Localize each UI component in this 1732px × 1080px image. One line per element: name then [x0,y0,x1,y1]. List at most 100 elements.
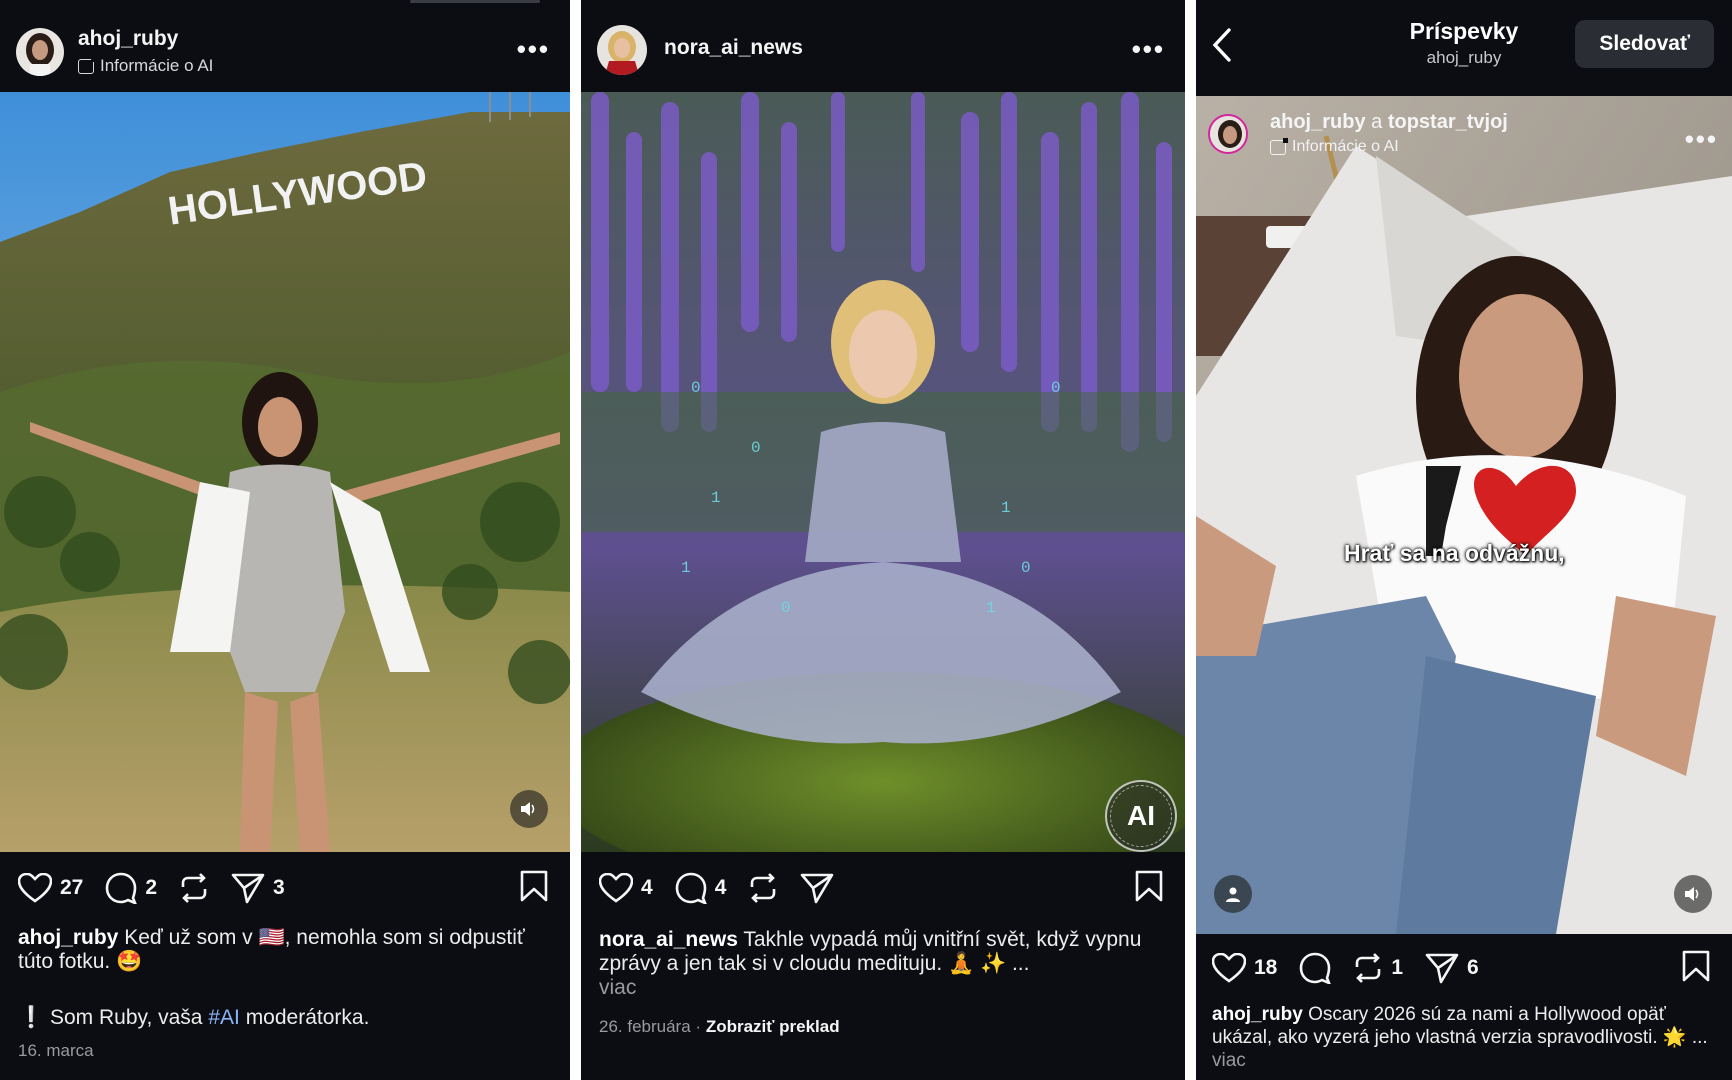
svg-text:0: 0 [691,379,701,397]
username[interactable]: nora_ai_news [664,36,803,60]
post-date: 26. februára [599,1017,691,1036]
avatar[interactable] [597,25,647,75]
video-caption-overlay: Hrať sa na odvážnu, [1344,540,1565,566]
post-video[interactable] [1196,96,1732,934]
repost-icon [751,873,776,903]
more-link[interactable]: viac [599,976,636,999]
share-count: 6 [1467,956,1479,979]
caption-username[interactable]: nora_ai_news [599,928,738,951]
speaker-icon [1685,887,1699,901]
hashtag-link[interactable]: #AI [208,1006,240,1029]
svg-text:1: 1 [681,559,691,577]
caption-username[interactable]: ahoj_ruby [18,926,118,949]
bookmark-icon [1682,950,1710,981]
ai-info-icon [1270,137,1288,155]
comment-button[interactable]: 4 [675,872,727,904]
share-button[interactable]: 3 [231,872,285,904]
person-icon [1226,887,1240,902]
more-options-button[interactable]: ••• [1685,126,1718,152]
sound-toggle-button[interactable] [1674,875,1712,913]
like-count: 4 [641,876,653,899]
post-panel-nora-ai-news: nora_ai_news ••• 0 1 0 1 0 0 1 0 1 AI 4 … [581,0,1185,1080]
bookmark-icon [1135,870,1163,901]
sound-toggle-button[interactable] [510,790,548,828]
share-button[interactable] [800,872,834,904]
repost-icon [1356,953,1381,983]
username[interactable]: ahoj_ruby [78,27,178,51]
comment-icon [106,872,138,904]
repost-icon [181,873,207,903]
save-button[interactable] [1682,950,1710,987]
connector: a [1371,111,1383,133]
more-options-button[interactable]: ••• [1132,36,1165,62]
save-button[interactable] [520,870,548,907]
more-link[interactable]: viac [1212,1050,1246,1071]
share-count: 3 [273,876,285,899]
post-author-overlay: ahoj_ruby a topstar_tvjoj Informácie o A… [1196,96,1732,176]
avatar[interactable] [16,28,64,76]
heart-icon [599,873,633,903]
repost-button[interactable]: 1 [1353,953,1403,983]
post-meta: 26. februára · Zobraziť preklad [599,1017,840,1037]
svg-text:1: 1 [986,599,996,617]
send-icon [801,873,834,904]
bookmark-icon [520,870,548,901]
post-photo[interactable]: 0 1 0 1 0 0 1 0 1 [581,92,1185,852]
svg-text:1: 1 [711,489,721,507]
svg-text:0: 0 [1021,559,1031,577]
author-2[interactable]: topstar_tvjoj [1388,111,1508,133]
separator: · [695,1017,702,1036]
send-icon [1425,953,1459,984]
follow-button[interactable]: Sledovať [1575,20,1714,68]
comment-button[interactable] [1299,952,1332,984]
ai-generated-badge: AI [1105,780,1177,852]
page-header: Príspevky ahoj_ruby Sledovať [1196,0,1732,96]
svg-text:0: 0 [751,439,761,457]
svg-text:0: 0 [781,599,791,617]
action-bar: 18 1 6 [1196,943,1732,993]
ai-info-label: Informácie o AI [100,56,214,75]
post-date: 16. marca [18,1041,94,1060]
like-count: 27 [60,876,84,899]
send-icon [231,873,265,904]
ai-info-link[interactable]: Informácie o AI [78,56,213,76]
speaker-icon [521,802,535,816]
post-caption: ahoj_ruby Oscary 2026 sú za nami a Holly… [1212,1003,1722,1072]
post-header: ahoj_ruby Informácie o AI ••• [0,0,570,92]
collab-authors[interactable]: ahoj_ruby a topstar_tvjoj [1270,111,1508,134]
action-bar: 4 4 [581,863,1185,913]
post-caption: ahoj_ruby Keď už som v 🇺🇸, nemohla som s… [18,926,558,974]
comment-button[interactable]: 2 [105,872,157,904]
svg-text:1: 1 [1001,499,1011,517]
ai-info-label: Informácie o AI [1292,138,1399,155]
author-1[interactable]: ahoj_ruby [1270,111,1366,133]
heart-icon [1212,953,1246,983]
svg-text:0: 0 [1051,379,1061,397]
comment-count: 4 [714,876,727,899]
comment-icon [675,872,707,904]
action-bar: 27 2 3 [0,863,570,913]
repost-button[interactable] [179,873,209,903]
post-header: nora_ai_news ••• [581,0,1185,92]
repost-count: 1 [1391,956,1404,979]
posts-view-panel: Príspevky ahoj_ruby Sledovať ahoj_ruby a… [1196,0,1732,1080]
bio-prefix: ❕ Som Ruby, vaša [18,1006,209,1029]
save-button[interactable] [1135,870,1163,907]
avatar[interactable] [1208,114,1248,154]
bio-suffix: moderátorka. [239,1006,370,1029]
top-bar-hint [410,0,540,3]
ai-info-link[interactable]: Informácie o AI [1270,137,1399,156]
post-caption: nora_ai_news Takhle vypadá můj vnitřní s… [599,928,1159,1000]
tagged-users-button[interactable] [1214,875,1252,913]
caption-username[interactable]: ahoj_ruby [1212,1004,1303,1025]
post-photo[interactable]: HOLLYWOOD [0,92,570,852]
like-button[interactable]: 18 [1212,953,1277,983]
more-options-button[interactable]: ••• [517,36,550,62]
share-button[interactable]: 6 [1425,952,1479,984]
repost-button[interactable] [748,873,778,903]
like-button[interactable]: 27 [18,873,83,903]
comment-icon [1300,952,1332,984]
like-button[interactable]: 4 [599,873,653,903]
translate-button[interactable]: Zobraziť preklad [706,1017,840,1036]
comment-count: 2 [145,876,158,899]
